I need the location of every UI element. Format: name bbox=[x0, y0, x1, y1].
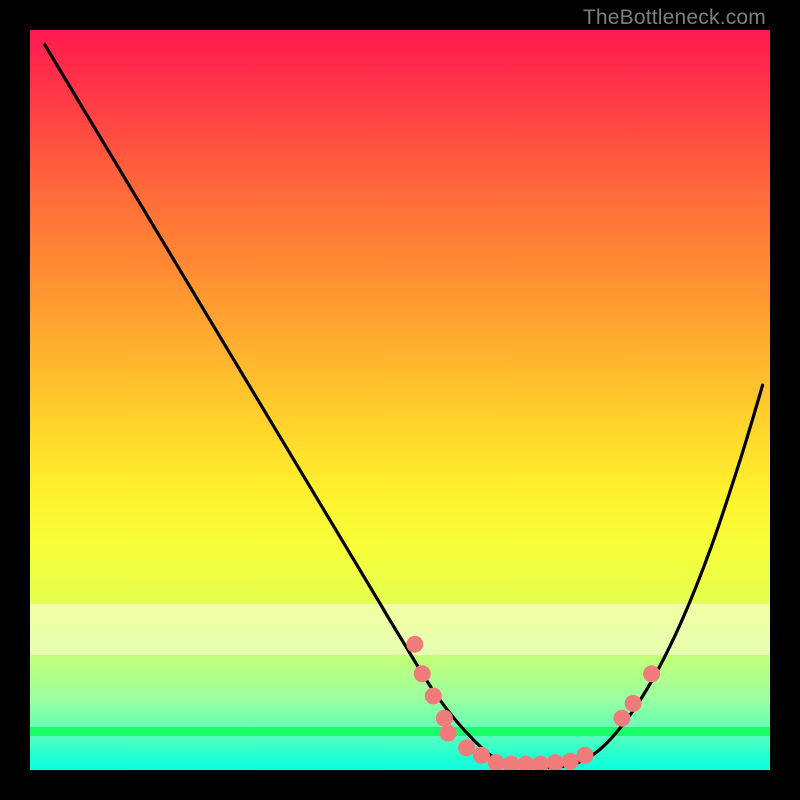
data-dots bbox=[406, 636, 660, 770]
watermark-text: TheBottleneck.com bbox=[583, 6, 766, 30]
data-dot bbox=[503, 756, 520, 770]
data-dot bbox=[562, 753, 579, 770]
data-dot bbox=[414, 665, 431, 682]
data-dot bbox=[440, 725, 457, 742]
data-dot bbox=[473, 747, 490, 764]
data-dot bbox=[517, 756, 534, 770]
data-dot bbox=[547, 754, 564, 770]
data-dot bbox=[436, 710, 453, 727]
plot-area bbox=[30, 30, 770, 770]
data-dot bbox=[532, 756, 549, 770]
data-dot bbox=[625, 695, 642, 712]
curve-layer bbox=[30, 30, 770, 770]
data-dot bbox=[458, 739, 475, 756]
bottleneck-curve bbox=[45, 45, 763, 768]
data-dot bbox=[406, 636, 423, 653]
data-dot bbox=[643, 665, 660, 682]
data-dot bbox=[425, 688, 442, 705]
data-dot bbox=[577, 747, 594, 764]
chart-frame: TheBottleneck.com bbox=[0, 0, 800, 800]
data-dot bbox=[614, 710, 631, 727]
